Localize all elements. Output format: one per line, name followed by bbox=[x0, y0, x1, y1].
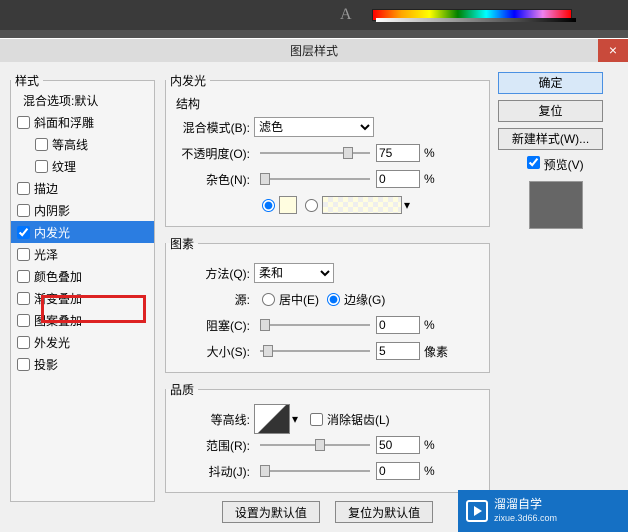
style-check[interactable] bbox=[17, 182, 30, 195]
cancel-button[interactable]: 复位 bbox=[498, 100, 603, 122]
antialias-check[interactable] bbox=[310, 413, 323, 426]
style-item-satin[interactable]: 光泽 bbox=[11, 243, 154, 265]
quality-legend: 品质 bbox=[166, 381, 198, 398]
style-item-bevel[interactable]: 斜面和浮雕 bbox=[11, 111, 154, 133]
opacity-slider[interactable] bbox=[260, 152, 370, 154]
preview-check[interactable] bbox=[527, 156, 540, 169]
style-item-contour[interactable]: 等高线 bbox=[11, 133, 154, 155]
right-panel: 确定 复位 新建样式(W)... 预览(V) bbox=[498, 72, 613, 532]
style-item-texture[interactable]: 纹理 bbox=[11, 155, 154, 177]
style-check[interactable] bbox=[17, 314, 30, 327]
choke-slider[interactable] bbox=[260, 324, 370, 326]
choke-input[interactable] bbox=[376, 316, 420, 334]
color-radio[interactable] bbox=[262, 199, 275, 212]
app-top-bar: A bbox=[0, 0, 628, 30]
dialog-body: 样式 混合选项:默认 斜面和浮雕 等高线 纹理 描边 内阴影 内发光 光泽 颜色… bbox=[0, 62, 628, 532]
style-check[interactable] bbox=[17, 292, 30, 305]
grayscale-spectrum[interactable] bbox=[376, 18, 576, 22]
style-check[interactable] bbox=[17, 336, 30, 349]
contour-label: 等高线: bbox=[176, 411, 250, 428]
noise-label: 杂色(N): bbox=[176, 171, 250, 188]
jitter-label: 抖动(J): bbox=[176, 463, 250, 480]
blend-mode-select[interactable]: 滤色 bbox=[254, 117, 374, 137]
chevron-down-icon[interactable]: ▾ bbox=[404, 198, 410, 212]
style-item-pattern-overlay[interactable]: 图案叠加 bbox=[11, 309, 154, 331]
style-item-color-overlay[interactable]: 颜色叠加 bbox=[11, 265, 154, 287]
style-check[interactable] bbox=[17, 204, 30, 217]
reset-default-button[interactable]: 复位为默认值 bbox=[335, 501, 433, 523]
chevron-down-icon[interactable]: ▾ bbox=[290, 412, 300, 426]
style-item-inner-glow[interactable]: 内发光 bbox=[11, 221, 154, 243]
style-check[interactable] bbox=[17, 248, 30, 261]
jitter-input[interactable] bbox=[376, 462, 420, 480]
size-input[interactable] bbox=[376, 342, 420, 360]
dialog-titlebar: 图层样式 × bbox=[0, 38, 628, 62]
styles-panel: 样式 混合选项:默认 斜面和浮雕 等高线 纹理 描边 内阴影 内发光 光泽 颜色… bbox=[10, 72, 155, 532]
style-check[interactable] bbox=[35, 160, 48, 173]
source-label: 源: bbox=[176, 291, 250, 308]
gradient-swatch[interactable] bbox=[322, 196, 402, 214]
style-item-outer-glow[interactable]: 外发光 bbox=[11, 331, 154, 353]
opacity-input[interactable] bbox=[376, 144, 420, 162]
technique-select[interactable]: 柔和 bbox=[254, 263, 334, 283]
jitter-slider[interactable] bbox=[260, 470, 370, 472]
new-style-button[interactable]: 新建样式(W)... bbox=[498, 128, 603, 150]
preview-swatch bbox=[529, 181, 583, 229]
range-slider[interactable] bbox=[260, 444, 370, 446]
gradient-radio[interactable] bbox=[305, 199, 318, 212]
noise-input[interactable] bbox=[376, 170, 420, 188]
style-item-inner-shadow[interactable]: 内阴影 bbox=[11, 199, 154, 221]
ok-button[interactable]: 确定 bbox=[498, 72, 603, 94]
size-label: 大小(S): bbox=[176, 343, 250, 360]
close-button[interactable]: × bbox=[598, 39, 628, 63]
choke-label: 阻塞(C): bbox=[176, 317, 250, 334]
set-default-button[interactable]: 设置为默认值 bbox=[222, 501, 320, 523]
technique-label: 方法(Q): bbox=[176, 265, 250, 282]
element-legend: 图素 bbox=[166, 235, 198, 252]
style-check[interactable] bbox=[35, 138, 48, 151]
glow-color-swatch[interactable] bbox=[279, 196, 297, 214]
blend-mode-label: 混合模式(B): bbox=[176, 119, 250, 136]
style-blend-default[interactable]: 混合选项:默认 bbox=[11, 89, 154, 111]
noise-slider[interactable] bbox=[260, 178, 370, 180]
style-item-drop-shadow[interactable]: 投影 bbox=[11, 353, 154, 375]
dialog-title: 图层样式 bbox=[0, 42, 628, 59]
source-center-radio[interactable] bbox=[262, 293, 275, 306]
range-input[interactable] bbox=[376, 436, 420, 454]
settings-panel: 内发光 结构 混合模式(B): 滤色 不透明度(O): % 杂色(N): bbox=[165, 72, 490, 532]
main-title: 内发光 bbox=[166, 72, 210, 89]
source-edge-radio[interactable] bbox=[327, 293, 340, 306]
style-check[interactable] bbox=[17, 116, 30, 129]
style-check[interactable] bbox=[17, 226, 30, 239]
style-check[interactable] bbox=[17, 270, 30, 283]
tool-letter: A bbox=[340, 6, 352, 24]
opacity-label: 不透明度(O): bbox=[176, 145, 250, 162]
structure-label: 结构 bbox=[176, 95, 479, 112]
style-check[interactable] bbox=[17, 358, 30, 371]
preview-label: 预览(V) bbox=[544, 158, 584, 172]
contour-preview[interactable] bbox=[254, 404, 290, 434]
styles-legend: 样式 bbox=[11, 72, 43, 89]
style-item-gradient-overlay[interactable]: 渐变叠加 bbox=[11, 287, 154, 309]
range-label: 范围(R): bbox=[176, 437, 250, 454]
style-item-stroke[interactable]: 描边 bbox=[11, 177, 154, 199]
size-slider[interactable] bbox=[260, 350, 370, 352]
play-icon bbox=[466, 500, 488, 522]
